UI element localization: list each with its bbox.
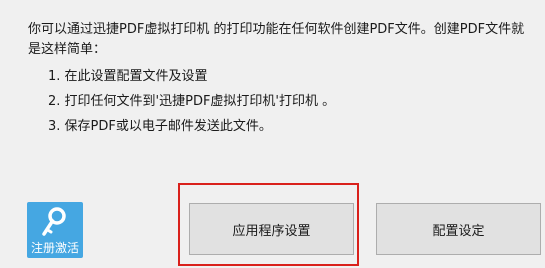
steps-list: 1. 在此设置配置文件及设置 2. 打印任何文件到'迅捷PDF虚拟打印机'打印机… — [48, 64, 335, 139]
profile-settings-button[interactable]: 配置设定 — [376, 203, 541, 255]
register-label: 注册激活 — [30, 241, 79, 255]
register-activate-button[interactable]: 注册激活 — [27, 202, 83, 258]
step-item: 2. 打印任何文件到'迅捷PDF虚拟打印机'打印机 。 — [48, 94, 336, 109]
step-item: 3. 保存PDF或以电子邮件发送此文件。 — [48, 119, 272, 134]
key-icon — [42, 207, 66, 236]
intro-text: 你可以通过迅捷PDF虚拟打印机 的打印功能在任何软件创建PDF文件。创建PDF文… — [28, 22, 525, 57]
app-settings-button[interactable]: 应用程序设置 — [189, 203, 354, 255]
step-item: 1. 在此设置配置文件及设置 — [48, 69, 208, 84]
printer-settings-panel: 你可以通过迅捷PDF虚拟打印机 的打印功能在任何软件创建PDF文件。创建PDF文… — [0, 0, 545, 268]
